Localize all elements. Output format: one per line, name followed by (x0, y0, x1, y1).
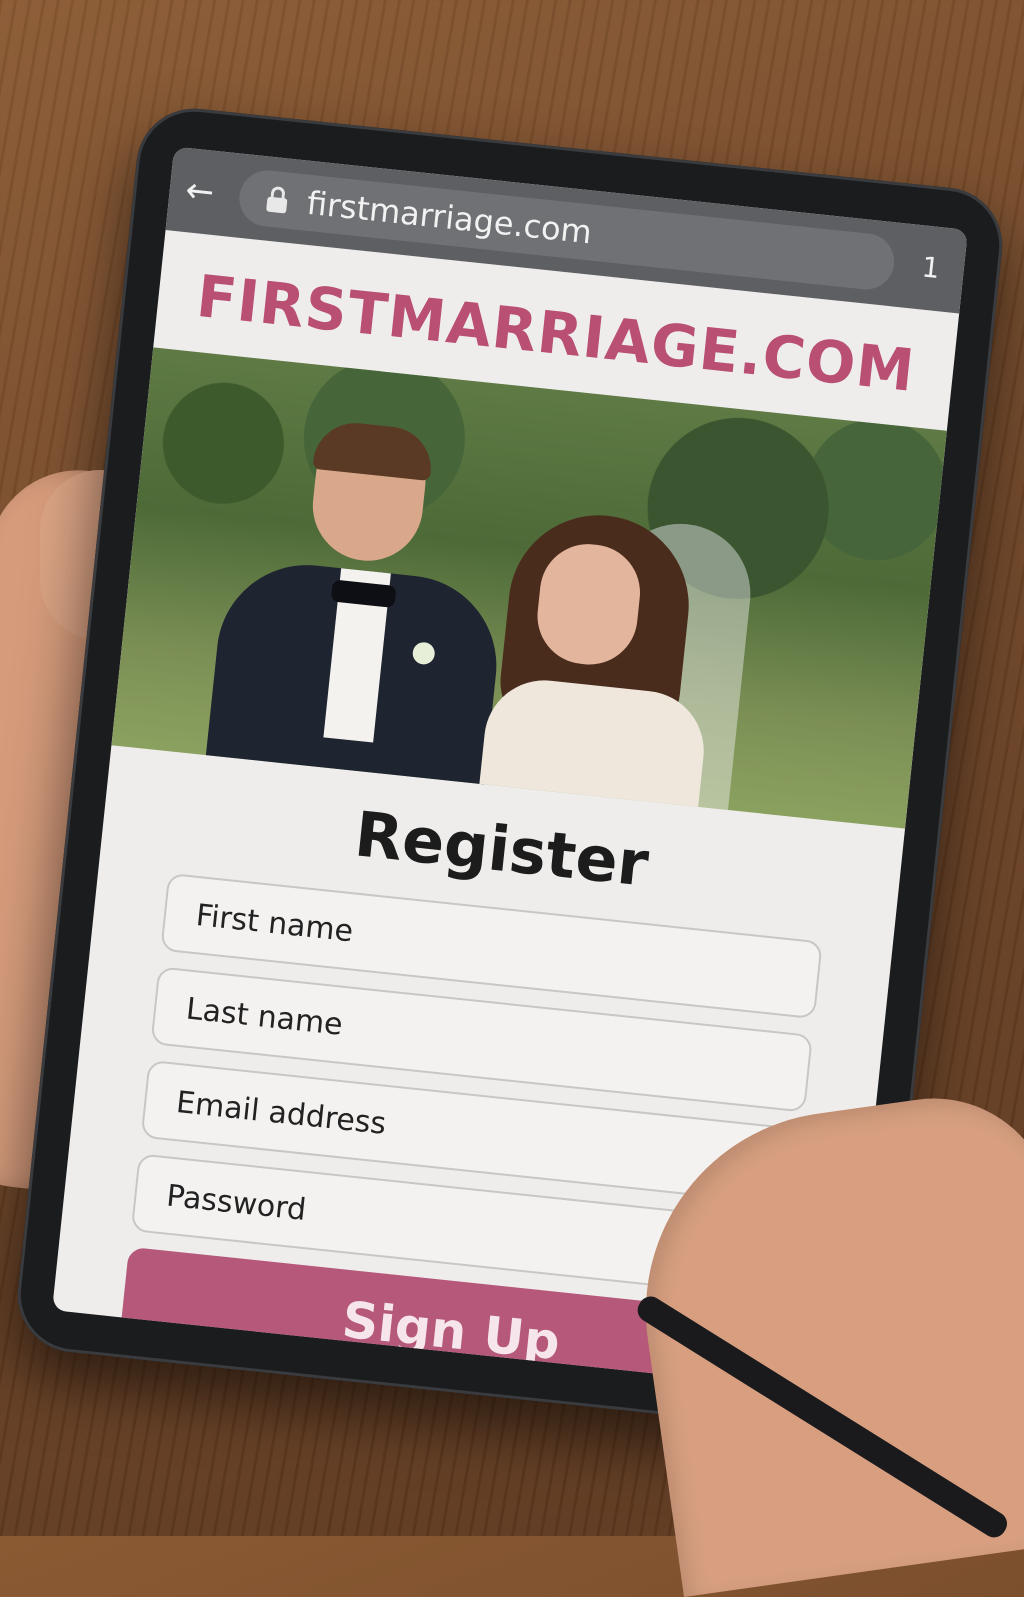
lock-icon (266, 185, 289, 214)
url-text: firstmarriage.com (305, 183, 594, 252)
tab-count-badge[interactable]: 1 (918, 226, 945, 311)
back-arrow-icon[interactable]: ← (166, 146, 234, 236)
bride-figure (467, 504, 777, 829)
hero-couple-photo (111, 347, 947, 829)
